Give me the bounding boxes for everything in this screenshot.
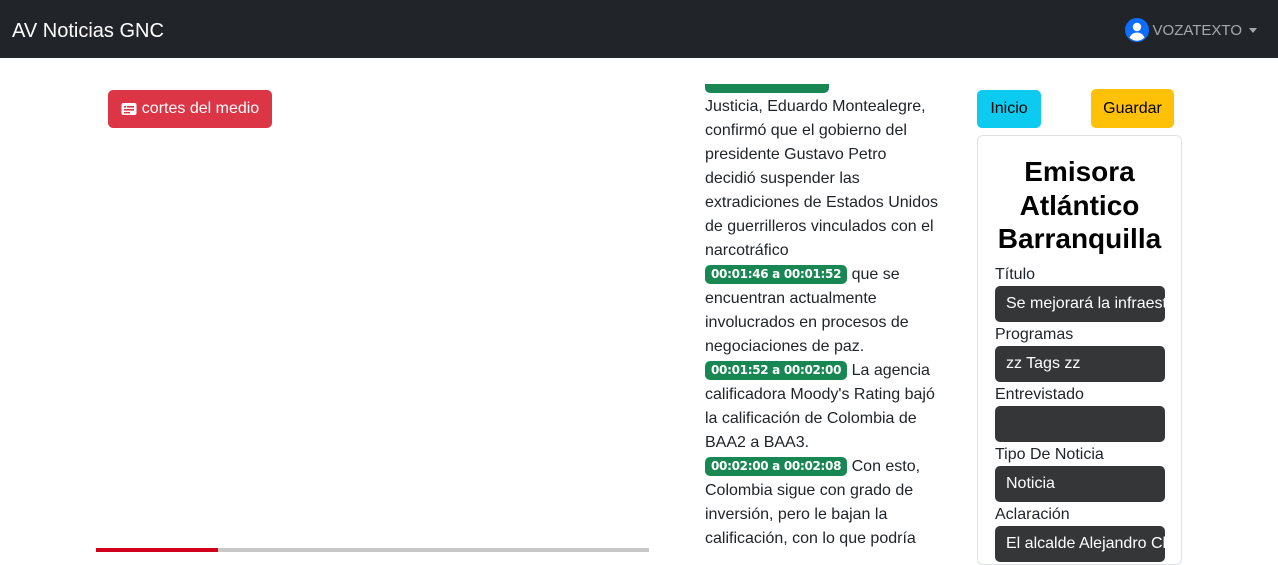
cortes-del-medio-button[interactable]: cortes del medio xyxy=(108,90,272,128)
cortes-button-label: cortes del medio xyxy=(141,100,260,117)
programas-label: Programas xyxy=(995,326,1074,343)
user-menu-dropdown[interactable]: VOZATEXTO xyxy=(1124,17,1257,43)
timestamp-badge[interactable]: 00:01:52 a 00:02:00 xyxy=(705,361,848,380)
media-progress-bar[interactable] xyxy=(96,548,649,552)
station-title: Emisora Atlántico Barranquilla xyxy=(997,156,1162,254)
guardar-button[interactable]: Guardar xyxy=(1091,89,1174,128)
titulo-field[interactable]: Se mejorará la infraestructura xyxy=(995,286,1165,322)
timestamp-badge[interactable]: 00:01:46 a 00:01:52 xyxy=(705,265,848,284)
transcript-body: Justicia, Eduardo Montealegre, confirmó … xyxy=(705,95,940,551)
entrevistado-label: Entrevistado xyxy=(995,386,1084,403)
timestamp-badge-partial[interactable] xyxy=(705,84,829,93)
programas-field[interactable]: zz Tags zz xyxy=(995,346,1165,382)
transcript-text: Justicia, Eduardo Montealegre, confirmó … xyxy=(705,98,939,259)
timestamp-badge[interactable]: 00:02:00 a 00:02:08 xyxy=(705,457,848,476)
entrevistado-field[interactable] xyxy=(995,406,1165,442)
tipo-noticia-label: Tipo De Noticia xyxy=(995,446,1104,463)
caret-down-icon xyxy=(1249,27,1257,33)
person-circle-icon xyxy=(1124,18,1149,42)
user-name: VOZATEXTO xyxy=(1152,21,1242,39)
inicio-button[interactable]: Inicio xyxy=(977,90,1041,128)
card-text-icon xyxy=(121,103,137,115)
news-form-card: Emisora Atlántico Barranquilla Título Se… xyxy=(977,135,1182,565)
titulo-label: Título xyxy=(995,266,1036,283)
media-progress-fill xyxy=(96,548,218,552)
top-navbar: AV Noticias GNC VOZATEXTO xyxy=(0,0,1278,58)
tipo-noticia-field[interactable]: Noticia xyxy=(995,466,1165,502)
aclaracion-label: Aclaración xyxy=(995,506,1070,523)
navbar-brand[interactable]: AV Noticias GNC xyxy=(12,17,164,45)
aclaracion-field[interactable]: El alcalde Alejandro Char xyxy=(995,526,1165,562)
